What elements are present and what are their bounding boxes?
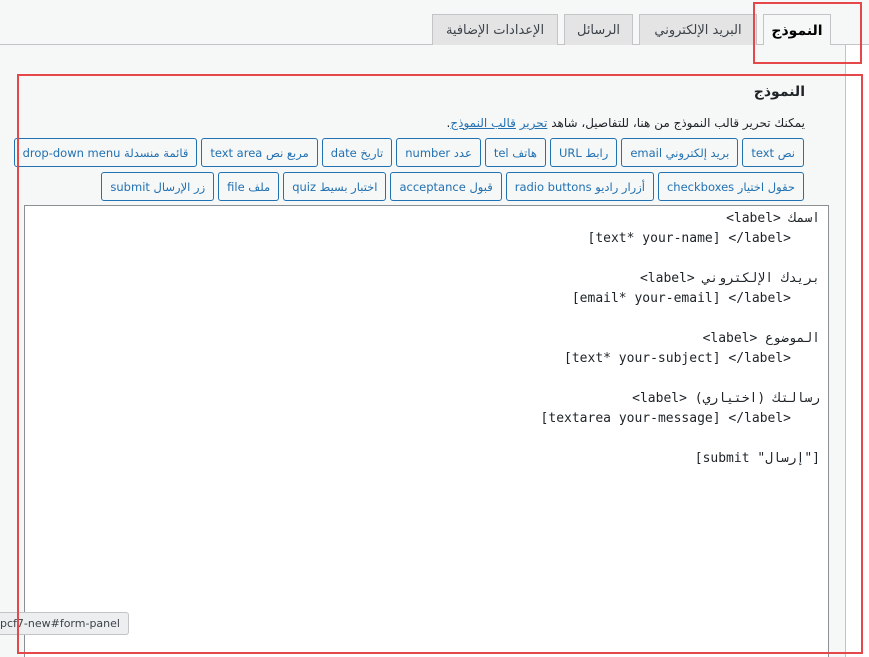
editor-line: <label> الموضوع — [702, 331, 820, 346]
tag-button-tel[interactable]: هاتف tel — [484, 138, 546, 167]
tab-form[interactable]: النموذج — [763, 14, 831, 46]
tag-button-submit[interactable]: زر الإرسال submit — [101, 172, 215, 201]
tag-button-checkboxes[interactable]: حقول اختيار checkboxes — [657, 172, 804, 201]
tag-button-acceptance[interactable]: قبول acceptance — [390, 172, 502, 201]
form-template-editor[interactable]: <label> اسمك [text* your-name] </label> … — [24, 205, 829, 657]
tab-messages[interactable]: الرسائل — [564, 14, 633, 46]
editor-line: <label> اسمك — [726, 211, 820, 226]
tag-button-radio[interactable]: أزرار راديو radio buttons — [505, 172, 654, 201]
panel-description: يمكنك تحرير قالب النموذج من هنا، للتفاصي… — [447, 116, 805, 130]
tag-button-date[interactable]: تاريخ date — [321, 138, 393, 167]
editor-line: [text* your-subject] </label> — [564, 351, 791, 366]
editor-line: <label> بريدك الإلكتروني — [639, 271, 820, 286]
panel-description-text: يمكنك تحرير قالب النموذج من هنا، للتفاصي… — [551, 116, 805, 130]
panel-title: النموذج — [753, 84, 805, 100]
editor-line: [textarea your-message] </label> — [540, 411, 791, 426]
form-template-link[interactable]: قالب النموذج — [450, 116, 515, 130]
tag-generator-row-2: حقول اختيار checkboxes أزرار راديو radio… — [101, 172, 804, 201]
tag-button-number[interactable]: عدد number — [396, 138, 481, 167]
tab-mail-label: البريد الإلكتروني — [654, 23, 742, 38]
editor-line: [email* your-email] </label> — [571, 291, 791, 306]
tag-button-dropdown[interactable]: قائمة منسدلة drop-down menu — [13, 138, 198, 167]
editor-line: [text* your-name] </label> — [587, 231, 792, 246]
editor-line: <label> رسالتك (اختياري) — [632, 391, 820, 406]
tag-button-textarea[interactable]: مربع نص text area — [201, 138, 318, 167]
tab-mail[interactable]: البريد الإلكتروني — [639, 14, 757, 46]
status-bar-url: pcf7-new#form-panel — [0, 612, 129, 635]
tag-button-file[interactable]: ملف file — [218, 172, 280, 201]
tag-button-quiz[interactable]: اختبار بسيط quiz — [283, 172, 387, 201]
tab-messages-label: الرسائل — [576, 23, 621, 38]
tag-button-text[interactable]: نص text — [742, 138, 804, 167]
edit-link[interactable]: تحرير — [520, 116, 548, 130]
form-panel: النموذج يمكنك تحرير قالب النموذج من هنا،… — [0, 45, 846, 657]
tab-additional-settings[interactable]: الإعدادات الإضافية — [432, 14, 558, 46]
editor-line: [submit "إرسال"] — [694, 451, 820, 466]
tab-additional-settings-label: الإعدادات الإضافية — [445, 23, 545, 38]
tag-button-url[interactable]: رابط URL — [549, 138, 618, 167]
tag-generator-row-1: نص text بريد إلكتروني email رابط URL هات… — [13, 138, 804, 167]
tab-bar: النموذج البريد الإلكتروني الرسائل الإعدا… — [0, 0, 869, 46]
tab-form-label: النموذج — [771, 22, 823, 39]
tag-button-email[interactable]: بريد إلكتروني email — [621, 138, 739, 167]
